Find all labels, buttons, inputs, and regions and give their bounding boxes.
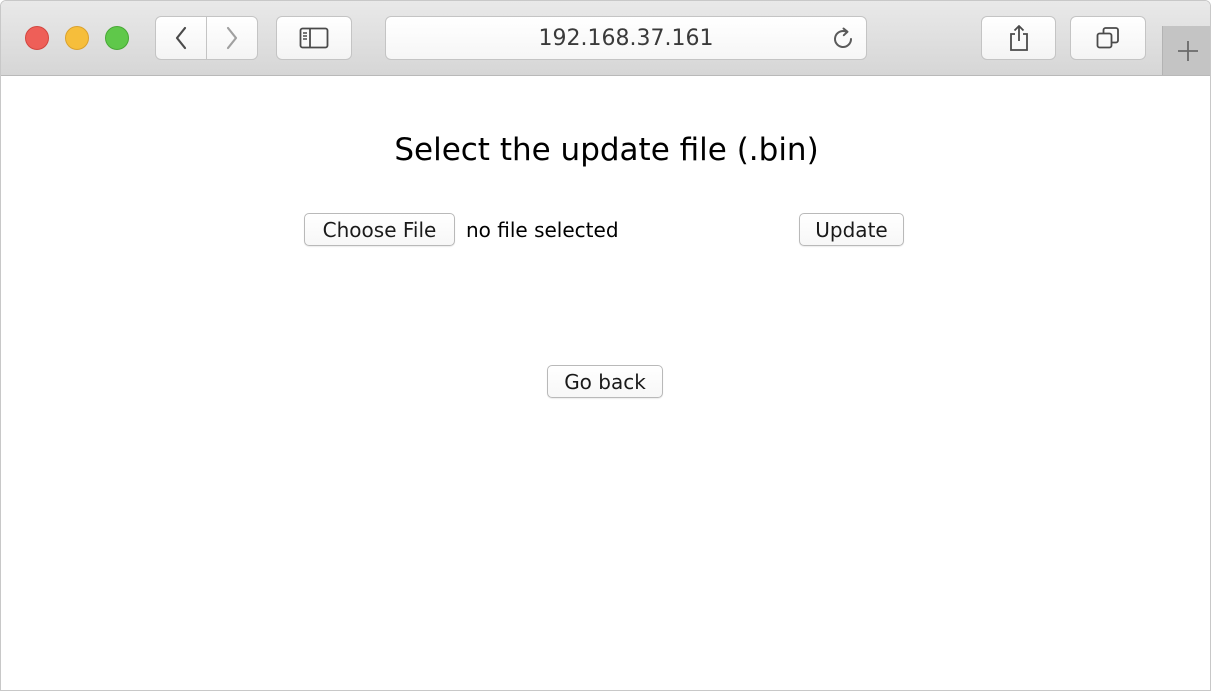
address-url[interactable]: 192.168.37.161 [386, 17, 866, 59]
chevron-left-icon [175, 26, 187, 50]
tabs-overview-button[interactable] [1070, 16, 1146, 60]
share-icon [1009, 25, 1028, 51]
choose-file-button[interactable]: Choose File [304, 213, 455, 246]
update-button[interactable]: Update [799, 213, 904, 246]
go-back-button[interactable]: Go back [547, 365, 663, 398]
chevron-right-icon [226, 26, 238, 50]
maximize-window-button[interactable] [105, 26, 129, 50]
new-tab-button[interactable] [1162, 26, 1210, 75]
reload-icon[interactable] [830, 26, 856, 52]
minimize-window-button[interactable] [65, 26, 89, 50]
close-window-button[interactable] [25, 26, 49, 50]
forward-button[interactable] [206, 17, 257, 59]
back-button[interactable] [156, 17, 206, 59]
page-content: Select the update file (.bin) Choose Fil… [1, 76, 1210, 690]
browser-toolbar: 192.168.37.161 [1, 1, 1210, 76]
tabs-overview-icon [1096, 27, 1119, 49]
plus-icon [1177, 40, 1198, 61]
share-button[interactable] [981, 16, 1056, 60]
file-status-text: no file selected [466, 218, 619, 242]
history-navigation [155, 16, 258, 60]
sidebar-icon [299, 27, 329, 49]
browser-window: 192.168.37.161 Select the update file (.… [0, 0, 1211, 691]
page-title: Select the update file (.bin) [394, 132, 819, 168]
sidebar-toggle-button[interactable] [276, 16, 352, 60]
address-bar[interactable]: 192.168.37.161 [385, 16, 867, 60]
